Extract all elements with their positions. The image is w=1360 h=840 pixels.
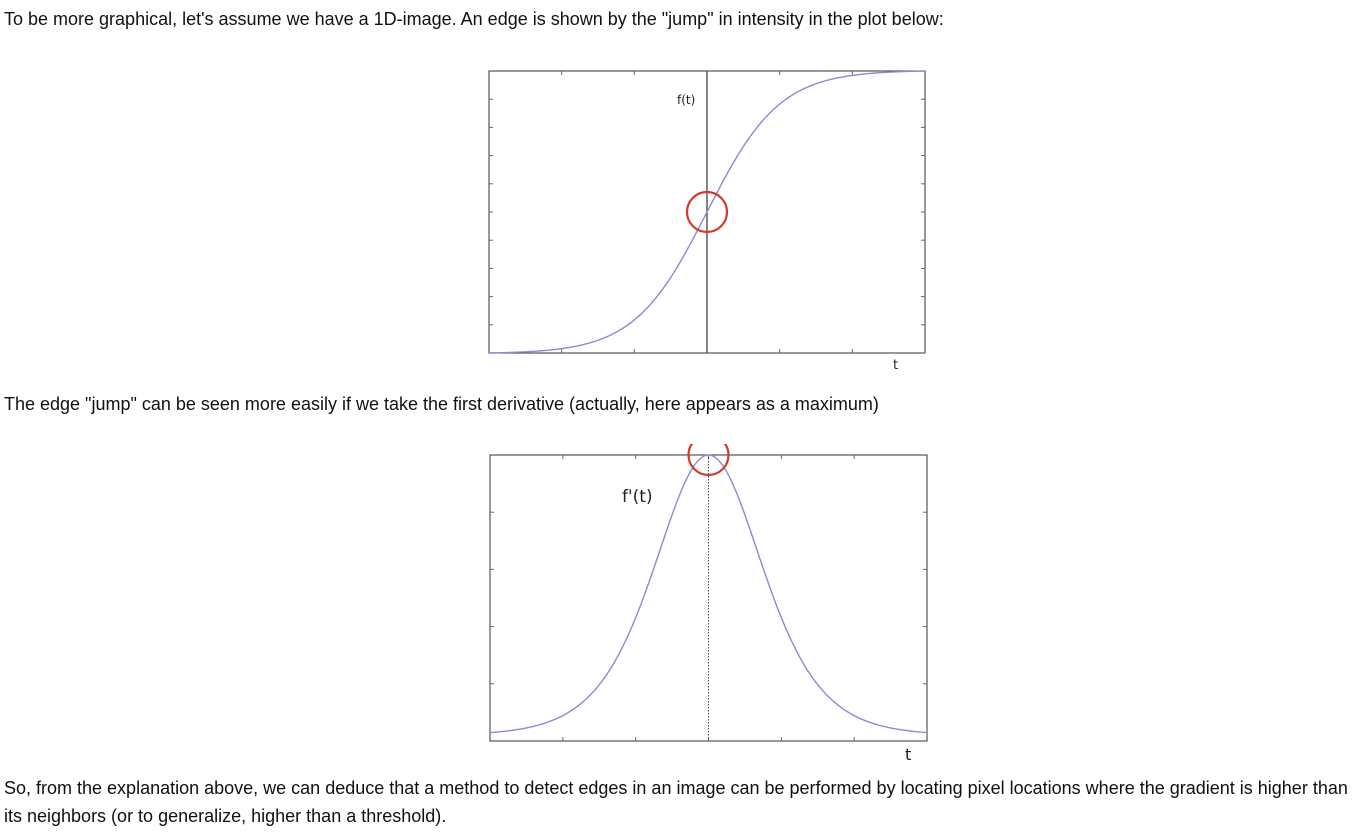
- sigmoid-plot: f(t) t: [488, 70, 926, 373]
- conclusion-paragraph: So, from the explanation above, we can d…: [4, 778, 1348, 826]
- derivative-plot: f'(t) t: [489, 444, 928, 764]
- derivative-paragraph: The edge "jump" can be seen more easily …: [4, 394, 879, 414]
- function-label: f(t): [677, 93, 695, 107]
- x-axis-label: t: [905, 745, 911, 764]
- function-label: f'(t): [622, 487, 653, 507]
- x-axis-label: t: [893, 358, 898, 373]
- intro-paragraph: To be more graphical, let's assume we ha…: [4, 9, 944, 29]
